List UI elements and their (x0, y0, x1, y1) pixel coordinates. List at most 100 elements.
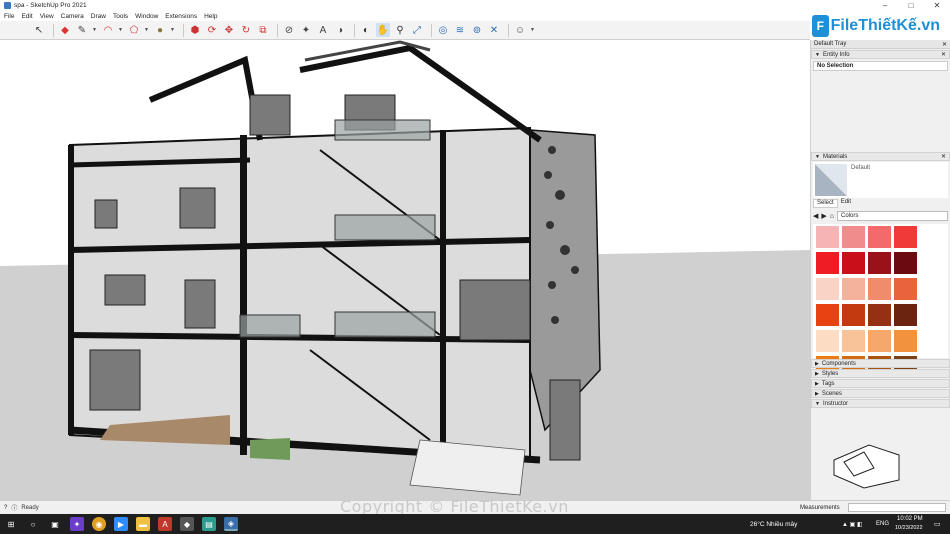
chrome-icon[interactable]: ◉ (92, 517, 106, 531)
tray-icons[interactable]: ▲ ▣ ◧ (842, 521, 863, 528)
eraser-tool-icon[interactable]: ◆ (58, 23, 72, 37)
color-swatch[interactable] (816, 330, 839, 352)
color-swatch[interactable] (816, 226, 839, 248)
arc-tool-icon[interactable]: ◠ (101, 23, 115, 37)
color-swatch[interactable] (868, 226, 891, 248)
menu-window[interactable]: Window (135, 13, 158, 20)
color-swatch[interactable] (842, 252, 865, 274)
model-viewport[interactable] (0, 40, 810, 500)
library-select[interactable]: Colors (837, 211, 948, 221)
color-swatch[interactable] (842, 330, 865, 352)
follow-me-icon[interactable]: ⟳ (205, 23, 219, 37)
help-icon[interactable]: ? (4, 505, 7, 511)
home-icon[interactable]: ⌂ (830, 213, 834, 220)
materials-close-icon[interactable]: ✕ (941, 153, 946, 160)
color-swatch[interactable] (842, 278, 865, 300)
entity-info-close-icon[interactable]: ✕ (941, 51, 946, 58)
arc-dropdown-icon[interactable]: ▼ (118, 27, 123, 33)
line-dropdown-icon[interactable]: ▼ (92, 27, 97, 33)
instructor-header[interactable]: ▼ Instructor (811, 399, 950, 408)
color-swatch[interactable] (842, 304, 865, 326)
components-header[interactable]: ▶ Components (811, 359, 950, 368)
task-view-icon[interactable]: ▣ (48, 517, 62, 531)
zoom-extents-icon[interactable]: ⤢ (410, 23, 424, 37)
menu-edit[interactable]: Edit (21, 13, 32, 20)
dimension-icon[interactable]: ✦ (299, 23, 313, 37)
shape-dropdown-icon[interactable]: ▼ (144, 27, 149, 33)
forward-arrow-icon[interactable]: ▶ (821, 212, 826, 220)
color-swatch[interactable] (868, 304, 891, 326)
entity-info-header[interactable]: ▼ Entity Info ✕ (811, 50, 950, 59)
menu-draw[interactable]: Draw (91, 13, 106, 20)
move-tool-icon[interactable]: ✥ (222, 23, 236, 37)
color-swatch[interactable] (894, 330, 917, 352)
orbit-tool-icon[interactable]: ◐ (359, 23, 373, 37)
menu-help[interactable]: Help (204, 13, 217, 20)
windows-start-icon[interactable]: ⊞ (4, 517, 18, 531)
clock-time[interactable]: 10:02 PM (897, 516, 923, 522)
color-swatch[interactable] (894, 278, 917, 300)
tab-edit[interactable]: Edit (838, 199, 854, 208)
notification-icon[interactable]: ▭ (934, 520, 941, 528)
offset-tool-icon[interactable]: ⧉ (256, 23, 270, 37)
window-title: spa - SketchUp Pro 2021 (14, 2, 87, 9)
materials-header[interactable]: ▼ Materials ✕ (811, 152, 950, 161)
autocad-icon[interactable]: A (158, 517, 172, 531)
weather-widget[interactable]: 26°C Nhiều mây (750, 521, 797, 528)
scenes-header[interactable]: ▶ Scenes (811, 389, 950, 398)
extension-warehouse-icon[interactable]: ≋ (453, 23, 467, 37)
measurements-input[interactable] (848, 503, 946, 512)
color-swatch[interactable] (816, 252, 839, 274)
clock-date[interactable]: 10/23/2022 (895, 525, 923, 531)
info-icon[interactable]: ⓘ (11, 503, 17, 512)
menu-extensions[interactable]: Extensions (165, 13, 197, 20)
default-material-swatch-icon[interactable] (815, 164, 847, 196)
sketchup-taskbar-icon[interactable]: ◈ (224, 517, 238, 531)
layout-send-icon[interactable]: ✕ (487, 23, 501, 37)
maximize-button[interactable]: □ (898, 0, 924, 11)
language-indicator[interactable]: ENG (876, 521, 889, 527)
messenger-icon[interactable]: ✦ (70, 517, 84, 531)
tab-select[interactable]: Select (813, 199, 838, 208)
color-swatch[interactable] (868, 330, 891, 352)
text-tool-icon[interactable]: A (316, 23, 330, 37)
color-swatch[interactable] (894, 304, 917, 326)
pan-tool-icon[interactable]: ✋ (376, 23, 390, 37)
tags-header[interactable]: ▶ Tags (811, 379, 950, 388)
search-icon[interactable]: ○ (26, 517, 40, 531)
paint-dropdown-icon[interactable]: ▼ (170, 27, 175, 33)
shape-tool-icon[interactable]: ⬠ (127, 23, 141, 37)
styles-header[interactable]: ▶ Styles (811, 369, 950, 378)
zoom-tool-icon[interactable]: ⚲ (393, 23, 407, 37)
warehouse-icon[interactable]: ◎ (436, 23, 450, 37)
push-pull-icon[interactable]: ⬢ (188, 23, 202, 37)
file-explorer-icon[interactable]: ▬ (136, 517, 150, 531)
color-swatch[interactable] (868, 252, 891, 274)
color-swatch[interactable] (816, 278, 839, 300)
close-button[interactable]: ✕ (924, 0, 950, 11)
menu-tools[interactable]: Tools (113, 13, 128, 20)
section-plane-icon[interactable]: ◑ (333, 23, 347, 37)
color-swatch[interactable] (894, 252, 917, 274)
line-tool-icon[interactable]: ✎ (75, 23, 89, 37)
color-swatch[interactable] (868, 278, 891, 300)
menu-file[interactable]: File (4, 13, 14, 20)
color-swatch[interactable] (816, 304, 839, 326)
share-model-icon[interactable]: ⊚ (470, 23, 484, 37)
menu-view[interactable]: View (40, 13, 54, 20)
account-dropdown-icon[interactable]: ▼ (530, 27, 535, 33)
rotate-tool-icon[interactable]: ↻ (239, 23, 253, 37)
tape-measure-icon[interactable]: ⊘ (282, 23, 296, 37)
zoom-app-icon[interactable]: ▶ (114, 517, 128, 531)
spreadsheet-icon[interactable]: ▤ (202, 517, 216, 531)
color-swatch[interactable] (842, 226, 865, 248)
paint-bucket-icon[interactable]: ● (153, 23, 167, 37)
user-account-icon[interactable]: ☺ (513, 23, 527, 37)
menu-camera[interactable]: Camera (61, 13, 84, 20)
app-icon[interactable]: ◆ (180, 517, 194, 531)
minimize-button[interactable]: – (872, 0, 898, 11)
back-arrow-icon[interactable]: ◀ (813, 212, 818, 220)
tray-close-icon[interactable]: ✕ (942, 41, 947, 48)
color-swatch[interactable] (894, 226, 917, 248)
select-tool-icon[interactable]: ↖ (32, 23, 46, 37)
